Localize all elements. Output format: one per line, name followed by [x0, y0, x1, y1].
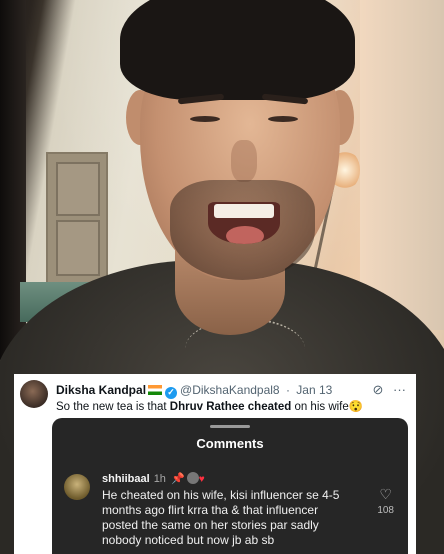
- drag-handle[interactable]: [210, 425, 250, 428]
- avatar[interactable]: [64, 474, 90, 500]
- comment-time: 1h: [153, 473, 166, 485]
- tweet-actions: ⊘ ···: [372, 382, 406, 398]
- creator-liked-heart-icon: ♥: [198, 474, 205, 485]
- india-flag-icon: [148, 385, 163, 395]
- tweet-text-bold: cheated: [247, 401, 292, 413]
- heart-icon[interactable]: ♡: [377, 486, 394, 503]
- person-nose: [231, 140, 257, 182]
- comment-username[interactable]: shhiibaal: [102, 473, 150, 485]
- person-mouth: [208, 202, 280, 244]
- person-eye: [268, 116, 298, 122]
- background-wall: [360, 0, 444, 330]
- person-hair: [120, 0, 355, 100]
- creator-avatar: [186, 472, 199, 484]
- tweet-text-part: So the new tea is that: [56, 401, 170, 413]
- tweet-text: So the new tea is that Dhruv Rathee chea…: [56, 399, 363, 413]
- tweet-text-part: on his wife: [291, 401, 349, 413]
- comment-meta: shhiibaal 1h 📌 ♥: [102, 472, 205, 485]
- tweet-author: Diksha Kandpal ✓ @DikshaKandpal8 · Jan 13: [56, 383, 332, 399]
- like-count: 108: [377, 505, 394, 516]
- comment-text: He cheated on his wife, kisi influencer …: [102, 488, 340, 547]
- avatar[interactable]: [20, 380, 48, 408]
- tweet-text-bold: Dhruv Rathee: [169, 401, 245, 413]
- pin-icon: 📌: [171, 473, 185, 485]
- separator-dot: ·: [285, 383, 290, 397]
- tweet-header: Diksha Kandpal ✓ @DikshaKandpal8 · Jan 13 …: [20, 378, 410, 413]
- background-door: [46, 152, 108, 288]
- tweet-card: Diksha Kandpal ✓ @DikshaKandpal8 · Jan 13 …: [14, 374, 416, 554]
- door-panel: [56, 220, 100, 276]
- surprised-emoji-icon: 😯: [348, 401, 364, 413]
- person-tongue: [226, 226, 264, 244]
- more-options-icon[interactable]: ···: [393, 382, 406, 397]
- comments-panel: Comments shhiibaal 1h 📌 ♥ He cheated on hi…: [52, 418, 408, 554]
- door-panel: [56, 162, 100, 216]
- tweet-date[interactable]: Jan 13: [296, 383, 332, 397]
- author-handle[interactable]: @DikshaKandpal8: [180, 383, 280, 397]
- person-eye: [190, 116, 220, 122]
- person-teeth: [214, 204, 274, 218]
- grok-icon[interactable]: ⊘: [372, 382, 383, 397]
- verified-badge-icon: ✓: [165, 386, 178, 399]
- comments-title: Comments: [196, 436, 264, 451]
- comment-like[interactable]: ♡ 108: [377, 486, 394, 516]
- author-display-name[interactable]: Diksha Kandpal: [56, 383, 146, 397]
